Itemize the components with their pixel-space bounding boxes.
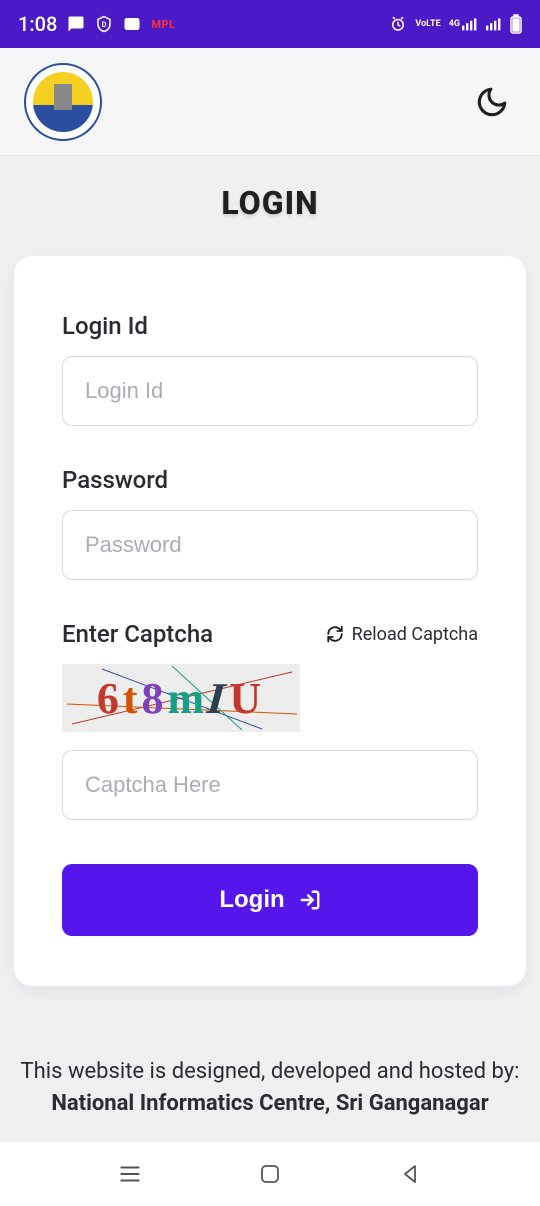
app-badge-icon xyxy=(123,15,141,33)
app-header xyxy=(0,48,540,156)
login-id-group: Login Id xyxy=(62,312,478,426)
login-arrow-icon xyxy=(299,889,321,911)
captcha-label: Enter Captcha xyxy=(62,620,213,648)
password-group: Password xyxy=(62,466,478,580)
android-status-bar: 1:08 D MPL VoLTE 4G xyxy=(0,0,540,48)
footer-credit: This website is designed, developed and … xyxy=(0,1056,540,1120)
shield-d-icon: D xyxy=(95,15,113,33)
volte-icon: VoLTE xyxy=(415,20,440,29)
page-content: LOGIN Login Id Password Enter Captcha Re… xyxy=(0,156,540,986)
reload-captcha-label: Reload Captcha xyxy=(352,624,478,645)
signal-icon xyxy=(486,17,502,31)
volte-label: VoLTE xyxy=(415,20,440,29)
password-input[interactable] xyxy=(62,510,478,580)
nav-home-button[interactable] xyxy=(252,1156,288,1192)
login-id-input[interactable] xyxy=(62,356,478,426)
login-card: Login Id Password Enter Captcha Reload C… xyxy=(14,256,526,986)
triangle-back-icon xyxy=(398,1162,422,1186)
network-label: 4G xyxy=(449,19,460,29)
reload-icon xyxy=(326,625,344,643)
captcha-input[interactable] xyxy=(62,750,478,820)
android-nav-bar xyxy=(0,1142,540,1206)
login-button-label: Login xyxy=(219,886,284,914)
captcha-text: 6t8mIU xyxy=(97,673,265,724)
mpl-badge: MPL xyxy=(151,18,175,31)
footer-org: National Informatics Centre, Sri Gangana… xyxy=(51,1091,488,1116)
square-icon xyxy=(258,1162,282,1186)
signal-4g-icon: 4G xyxy=(449,17,478,31)
footer-prefix: This website is designed, developed and … xyxy=(21,1059,520,1084)
app-logo xyxy=(24,63,102,141)
alarm-icon xyxy=(389,15,407,33)
login-button[interactable]: Login xyxy=(62,864,478,936)
captcha-header-row: Enter Captcha Reload Captcha xyxy=(62,620,478,648)
page-title: LOGIN xyxy=(14,184,526,222)
hamburger-icon xyxy=(117,1161,143,1187)
password-label: Password xyxy=(62,466,478,494)
status-right: VoLTE 4G xyxy=(389,14,522,34)
moon-icon xyxy=(475,85,509,119)
login-id-label: Login Id xyxy=(62,312,478,340)
reload-captcha-button[interactable]: Reload Captcha xyxy=(326,624,478,645)
svg-text:D: D xyxy=(102,20,107,29)
nav-recent-button[interactable] xyxy=(112,1156,148,1192)
chat-icon xyxy=(67,15,85,33)
status-left: 1:08 D MPL xyxy=(18,12,176,36)
nav-back-button[interactable] xyxy=(392,1156,428,1192)
captcha-group: Enter Captcha Reload Captcha 6t8mIU xyxy=(62,620,478,820)
status-time: 1:08 xyxy=(18,12,57,36)
logo-graphic xyxy=(33,72,93,132)
captcha-image: 6t8mIU xyxy=(62,664,300,732)
theme-toggle-button[interactable] xyxy=(468,78,516,126)
battery-icon xyxy=(510,14,522,34)
